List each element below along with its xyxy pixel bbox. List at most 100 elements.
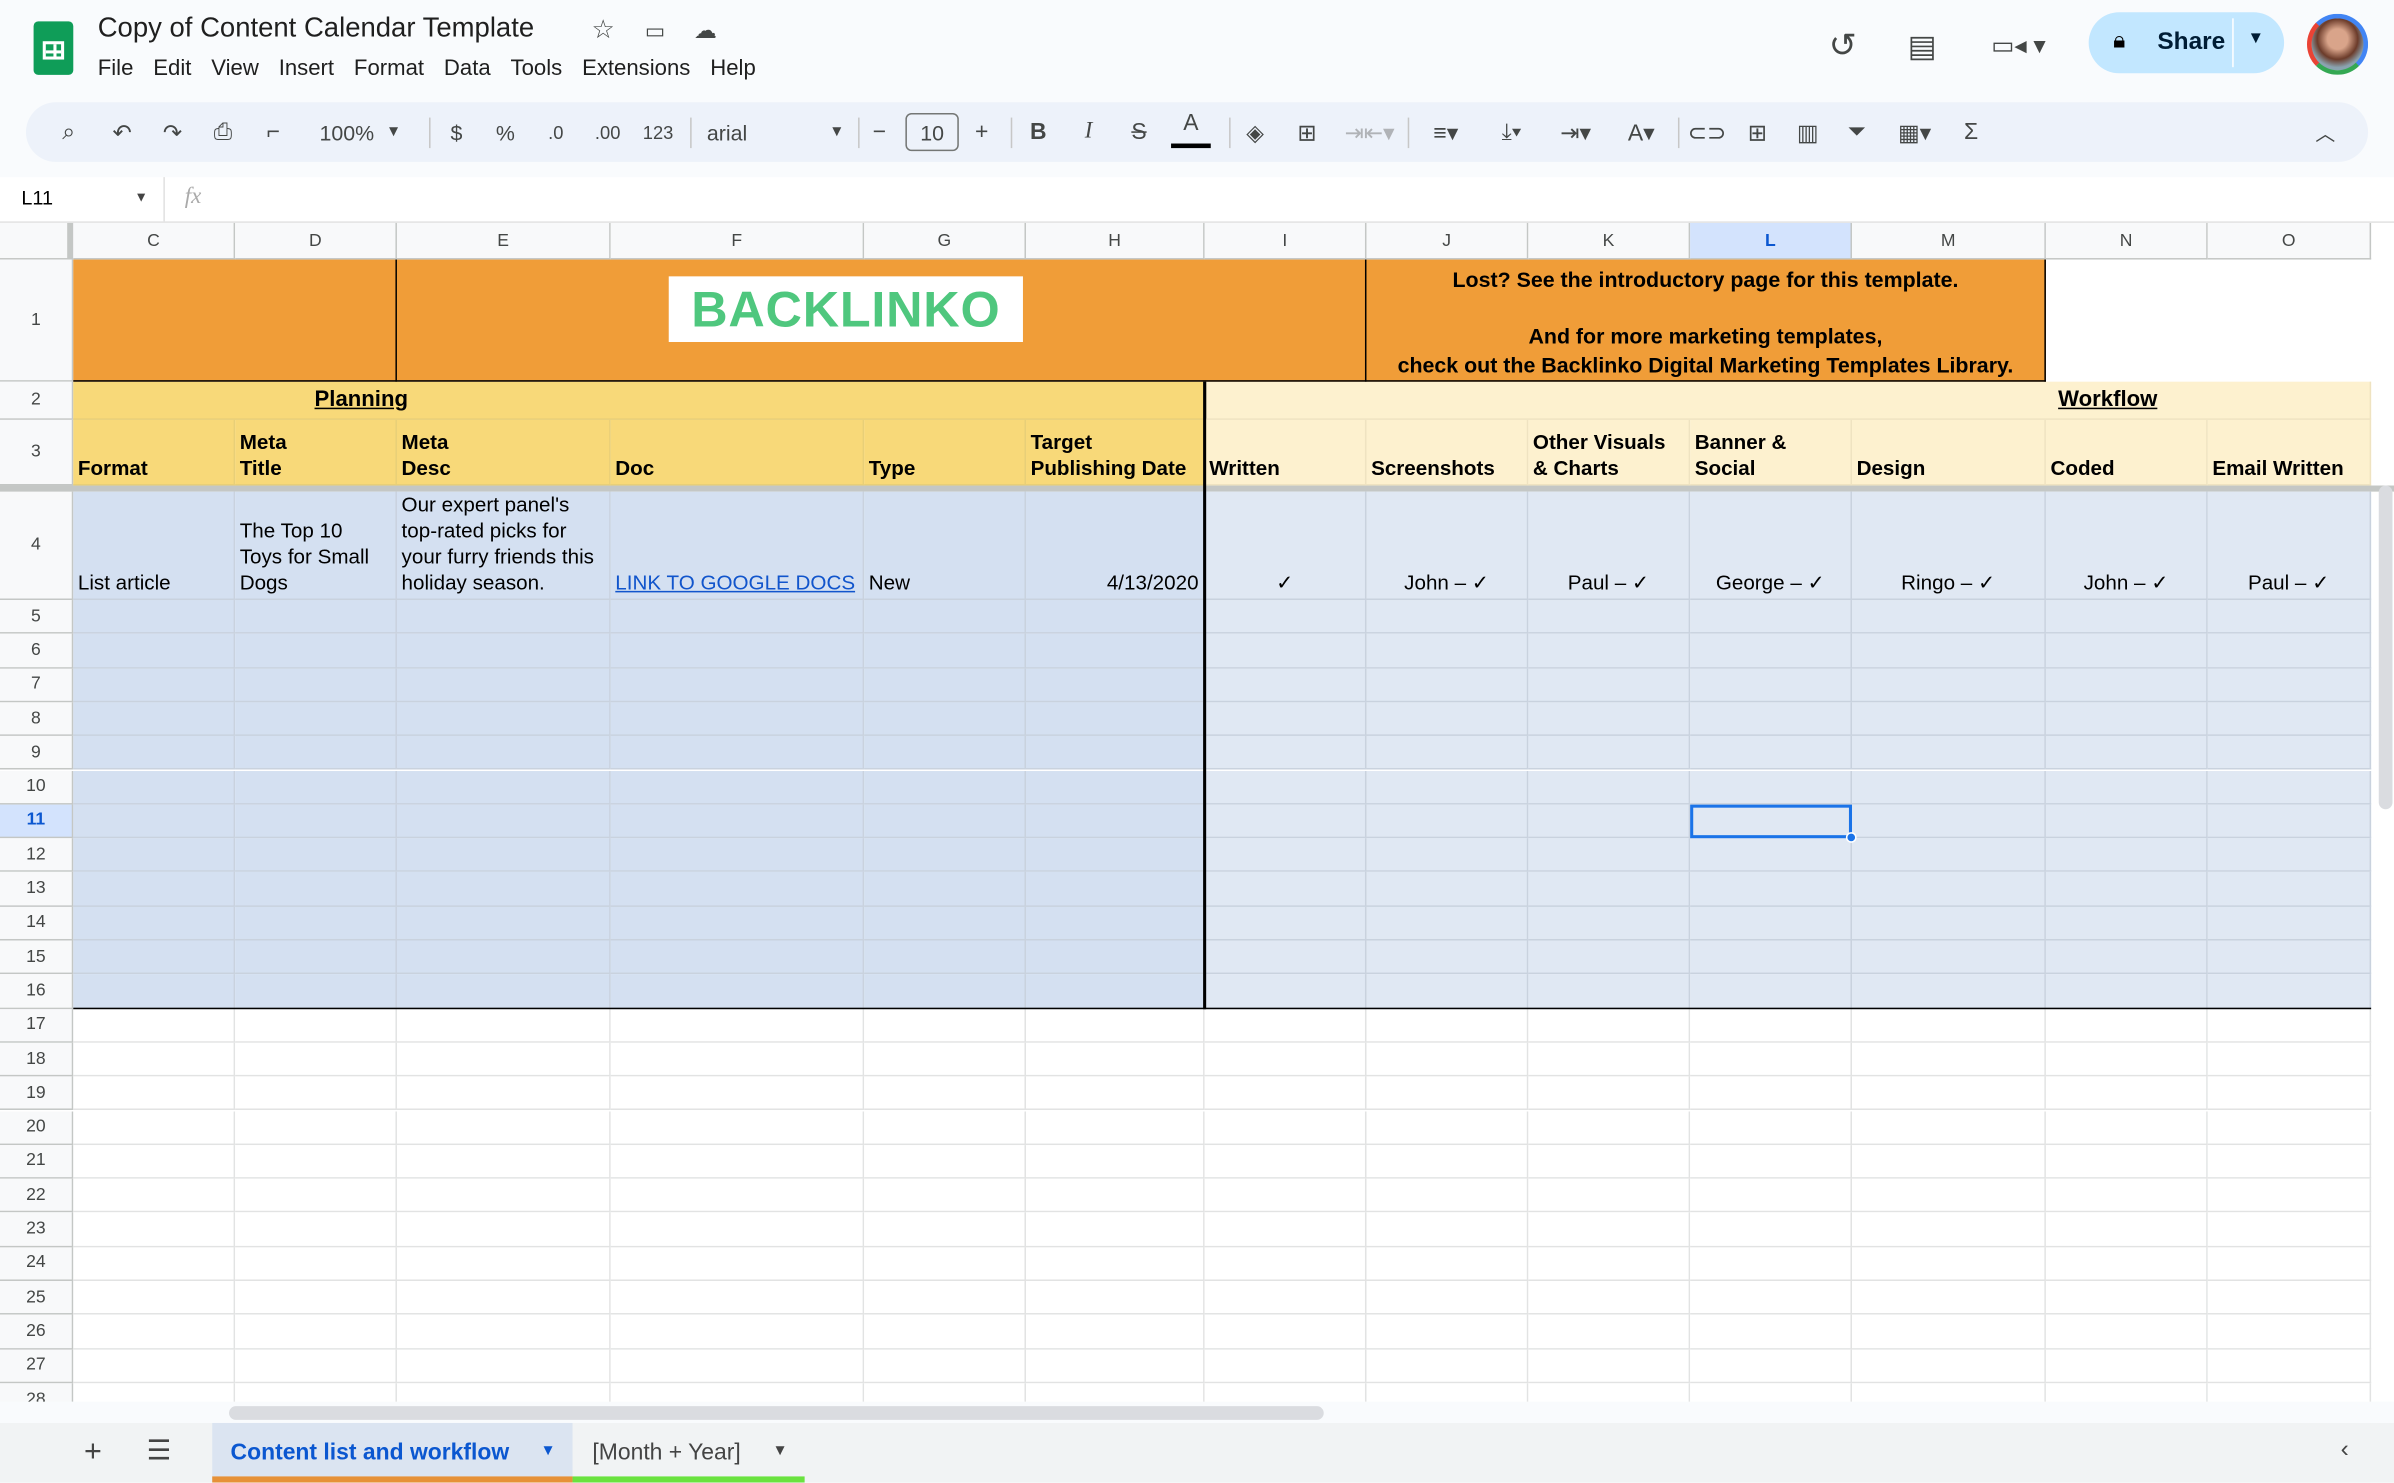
column-title-k[interactable]: Other Visuals & Charts — [1528, 419, 1691, 486]
cell[interactable] — [396, 736, 611, 771]
font-size-input[interactable]: 10 — [905, 112, 959, 152]
add-sheet-icon[interactable]: + — [84, 1435, 102, 1470]
cell[interactable] — [235, 770, 397, 805]
cell[interactable] — [1366, 872, 1529, 907]
cell[interactable] — [1026, 1042, 1205, 1077]
cell[interactable] — [2045, 1076, 2208, 1111]
cell[interactable] — [1852, 1008, 2046, 1043]
cell[interactable] — [864, 1076, 1027, 1111]
column-title-d[interactable]: Meta Title — [235, 419, 397, 486]
cell[interactable] — [1690, 600, 1853, 635]
row-header-1[interactable]: 1 — [0, 259, 74, 382]
strikethrough-icon[interactable]: S — [1122, 102, 1156, 162]
cell[interactable] — [1528, 702, 1691, 737]
row4-cell-m[interactable]: Ringo – ✓ — [1852, 491, 2046, 601]
text-color-icon[interactable]: A — [1171, 102, 1211, 149]
cell[interactable] — [1690, 1280, 1853, 1316]
cell[interactable] — [1690, 634, 1853, 669]
cell[interactable] — [396, 1315, 611, 1350]
cell[interactable] — [73, 702, 236, 737]
cell[interactable] — [610, 1178, 865, 1213]
cell[interactable] — [1852, 1383, 2046, 1402]
cell[interactable] — [610, 1110, 865, 1145]
column-header-g[interactable]: G — [864, 222, 1027, 260]
cell[interactable] — [2045, 1246, 2208, 1281]
cell[interactable] — [1204, 1042, 1367, 1077]
cell[interactable] — [1690, 872, 1853, 907]
cell[interactable] — [1852, 1349, 2046, 1384]
cell[interactable] — [1852, 1144, 2046, 1179]
cell[interactable] — [396, 1042, 611, 1077]
cell[interactable] — [1366, 1383, 1529, 1402]
row-header-19[interactable]: 19 — [0, 1076, 74, 1111]
cell[interactable] — [2045, 736, 2208, 771]
cell[interactable] — [1026, 838, 1205, 873]
cell[interactable] — [1852, 1076, 2046, 1111]
row-header-4[interactable]: 4 — [0, 491, 74, 601]
insert-chart-icon[interactable]: ▥ — [1789, 102, 1826, 162]
cell[interactable] — [2207, 838, 2372, 873]
cell[interactable] — [610, 634, 865, 669]
cell[interactable] — [396, 770, 611, 805]
cell[interactable] — [864, 668, 1027, 703]
cell[interactable] — [1528, 1383, 1691, 1402]
column-header-c[interactable]: C — [73, 222, 236, 260]
row-header-9[interactable]: 9 — [0, 736, 74, 771]
cell[interactable] — [1204, 668, 1367, 703]
cell[interactable] — [2207, 872, 2372, 907]
redo-icon[interactable]: ↷ — [154, 102, 191, 162]
cell[interactable] — [1204, 1246, 1367, 1281]
insert-comment-icon[interactable]: ⊞ — [1739, 102, 1776, 162]
chevron-down-icon[interactable]: ▼ — [773, 1443, 788, 1460]
cell[interactable] — [73, 1042, 236, 1077]
cell[interactable] — [1528, 1076, 1691, 1111]
cell[interactable] — [1204, 1144, 1367, 1179]
cell[interactable] — [1204, 1383, 1367, 1402]
cell[interactable] — [1528, 1110, 1691, 1145]
cell[interactable] — [73, 1144, 236, 1179]
cell[interactable] — [73, 1076, 236, 1111]
cell[interactable] — [1204, 872, 1367, 907]
cell[interactable] — [73, 1349, 236, 1384]
cell[interactable] — [1026, 1246, 1205, 1281]
cell[interactable] — [1528, 838, 1691, 873]
merge-cells-icon[interactable]: ⇥⇤▾ — [1339, 102, 1400, 162]
menu-format[interactable]: Format — [354, 56, 424, 80]
cell[interactable] — [235, 838, 397, 873]
row4-cell-c[interactable]: List article — [73, 491, 236, 601]
cell[interactable] — [2045, 1144, 2208, 1179]
cell[interactable] — [396, 702, 611, 737]
row-header-3[interactable]: 3 — [0, 419, 74, 486]
cell[interactable] — [1852, 974, 2046, 1009]
cell[interactable] — [1366, 974, 1529, 1009]
cell[interactable] — [396, 872, 611, 907]
cell[interactable] — [1528, 804, 1691, 839]
cell[interactable] — [864, 600, 1027, 635]
number-format-button[interactable]: 123 — [637, 102, 680, 162]
cell[interactable] — [1690, 906, 1853, 941]
cell[interactable] — [73, 634, 236, 669]
banner-info[interactable]: Lost? See the introductory page for this… — [1366, 259, 2046, 382]
cell[interactable] — [2207, 1212, 2372, 1247]
cell[interactable] — [864, 940, 1027, 975]
cell[interactable] — [1852, 906, 2046, 941]
cell[interactable] — [1528, 1349, 1691, 1384]
cell[interactable] — [1528, 1246, 1691, 1281]
menu-view[interactable]: View — [211, 56, 259, 80]
cell[interactable] — [864, 1042, 1027, 1077]
cell[interactable] — [1204, 838, 1367, 873]
cell[interactable] — [1528, 906, 1691, 941]
cell[interactable] — [1852, 600, 2046, 635]
row-header-2[interactable]: 2 — [0, 381, 74, 420]
cell[interactable] — [1366, 1212, 1529, 1247]
cell[interactable] — [2207, 1042, 2372, 1077]
cell[interactable] — [1204, 1212, 1367, 1247]
cell[interactable] — [2207, 906, 2372, 941]
cell[interactable] — [1204, 804, 1367, 839]
cell[interactable] — [1026, 668, 1205, 703]
cell[interactable] — [396, 1349, 611, 1384]
cell[interactable] — [235, 1315, 397, 1350]
cell[interactable] — [73, 974, 236, 1009]
cell[interactable] — [864, 770, 1027, 805]
cell[interactable] — [1204, 1008, 1367, 1043]
